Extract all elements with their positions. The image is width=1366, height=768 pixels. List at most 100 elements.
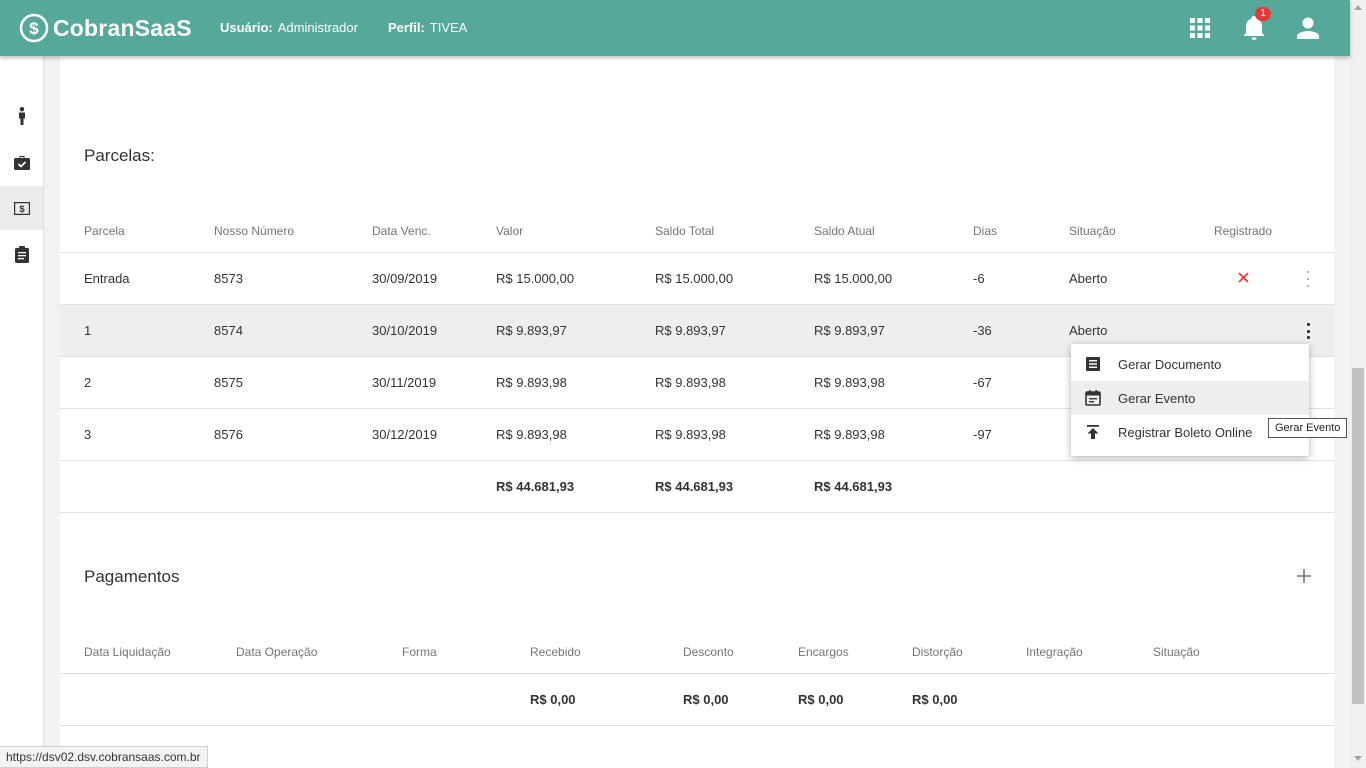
col-parcela[interactable]: Parcela <box>84 224 125 238</box>
pagamentos-title: Pagamentos <box>84 567 180 586</box>
briefcase-check-icon <box>13 155 30 170</box>
logo-icon: $ <box>19 13 49 43</box>
col-data-operacao[interactable]: Data Operação <box>236 645 317 659</box>
tooltip: Gerar Evento <box>1268 418 1348 438</box>
account-icon[interactable] <box>1296 16 1320 40</box>
top-app-bar: $ CobranSaaS Usuário: Administrador Perfi… <box>0 0 1350 56</box>
parcelas-title: Parcelas: <box>84 146 155 165</box>
person-icon <box>18 107 25 125</box>
cell-parcela: Entrada <box>84 271 130 286</box>
total-distorcao: R$ 0,00 <box>912 692 958 707</box>
cell-parcela: 3 <box>84 427 92 442</box>
total-saldo-total: R$ 44.681,93 <box>655 479 734 494</box>
pagamentos-totals-row: R$ 0,00 R$ 0,00 R$ 0,00 R$ 0,00 <box>60 674 1334 726</box>
col-forma[interactable]: Forma <box>402 645 437 659</box>
col-desconto[interactable]: Desconto <box>683 645 734 659</box>
col-situacao-pag[interactable]: Situação <box>1153 645 1200 659</box>
close-icon <box>1238 272 1249 283</box>
notification-badge: 1 <box>1255 7 1271 21</box>
apps-grid-icon[interactable] <box>1188 16 1212 40</box>
notifications-button[interactable]: 1 <box>1242 7 1271 40</box>
cell-saldo-total: R$ 9.893,97 <box>655 323 726 338</box>
row-menu-button[interactable] <box>1304 271 1312 287</box>
col-distorcao[interactable]: Distorção <box>912 645 963 659</box>
scrollbar-thumb[interactable] <box>1352 368 1364 704</box>
svg-text:$: $ <box>29 19 39 38</box>
table-row[interactable]: Entrada 8573 30/09/2019 R$ 15.000,00 R$ … <box>60 253 1334 305</box>
col-integracao[interactable]: Integração <box>1026 645 1083 659</box>
total-encargos: R$ 0,00 <box>798 692 844 707</box>
user-info-user: Usuário: Administrador <box>220 20 358 35</box>
cell-data-venc: 30/11/2019 <box>372 375 437 390</box>
cell-situacao: Aberto <box>1069 323 1108 338</box>
status-bar-url: https://dsv02.dsv.cobransaas.com.br <box>0 746 208 768</box>
upload-icon <box>1087 425 1099 439</box>
cell-valor: R$ 9.893,98 <box>496 375 567 390</box>
menu-item-gerar-evento[interactable]: Gerar Evento <box>1071 381 1309 415</box>
cell-saldo-atual: R$ 9.893,98 <box>814 427 885 442</box>
pagamentos-table-header: Data Liquidação Data Operação Forma Rece… <box>60 633 1334 674</box>
sidebar-item-clipboard[interactable] <box>0 232 43 276</box>
sidebar-item-money[interactable]: $ <box>0 186 43 230</box>
cell-data-venc: 30/10/2019 <box>372 323 438 338</box>
clipboard-icon <box>14 245 29 263</box>
cell-dias: -97 <box>973 427 992 442</box>
cell-saldo-atual: R$ 9.893,98 <box>814 375 885 390</box>
row-menu-button-active[interactable] <box>1304 323 1312 339</box>
cell-valor: R$ 9.893,97 <box>496 323 567 338</box>
cell-dias: -36 <box>973 323 992 338</box>
cell-saldo-atual: R$ 15.000,00 <box>814 271 893 286</box>
parcelas-totals-row: R$ 44.681,93 R$ 44.681,93 R$ 44.681,93 <box>60 461 1334 513</box>
sidebar-item-briefcase[interactable] <box>0 140 43 184</box>
cell-data-venc: 30/12/2019 <box>372 427 438 442</box>
cell-dias: -67 <box>973 375 992 390</box>
cell-valor: R$ 9.893,98 <box>496 427 567 442</box>
cell-dias: -6 <box>973 271 985 286</box>
col-saldo-atual[interactable]: Saldo Atual <box>814 224 875 238</box>
total-valor: R$ 44.681,93 <box>496 479 575 494</box>
col-registrado[interactable]: Registrado <box>1214 224 1272 238</box>
col-saldo-total[interactable]: Saldo Total <box>655 224 714 238</box>
cell-valor: R$ 15.000,00 <box>496 271 575 286</box>
cell-saldo-total: R$ 9.893,98 <box>655 427 726 442</box>
cell-nosso-numero: 8575 <box>214 375 243 390</box>
menu-item-gerar-documento[interactable]: Gerar Documento <box>1071 347 1309 381</box>
user-info: Usuário: Administrador Perfil: TIVEA <box>220 20 467 35</box>
total-recebido: R$ 0,00 <box>530 692 576 707</box>
user-label: Usuário: <box>220 20 273 35</box>
cell-parcela: 2 <box>84 375 92 390</box>
cell-saldo-atual: R$ 9.893,97 <box>814 323 885 338</box>
scroll-down-arrow[interactable] <box>1354 756 1362 761</box>
scroll-up-arrow[interactable] <box>1354 5 1362 10</box>
cell-nosso-numero: 8574 <box>214 323 243 338</box>
menu-label: Gerar Documento <box>1118 357 1222 372</box>
user-value: Administrador <box>277 20 358 35</box>
cell-parcela: 1 <box>84 323 92 338</box>
cell-situacao: Aberto <box>1069 271 1108 286</box>
col-nosso-numero[interactable]: Nosso Número <box>214 224 294 238</box>
sidebar-item-person[interactable] <box>0 94 43 138</box>
parcelas-table-header: Parcela Nosso Número Data Venc. Valor Sa… <box>60 212 1334 253</box>
col-valor[interactable]: Valor <box>496 224 523 238</box>
cell-data-venc: 30/09/2019 <box>372 271 438 286</box>
cell-saldo-total: R$ 15.000,00 <box>655 271 734 286</box>
event-icon <box>1085 390 1101 406</box>
app-logo[interactable]: $ CobranSaaS <box>19 12 192 44</box>
total-desconto: R$ 0,00 <box>683 692 729 707</box>
cell-saldo-total: R$ 9.893,98 <box>655 375 726 390</box>
money-icon: $ <box>13 201 30 215</box>
total-saldo-atual: R$ 44.681,93 <box>814 479 893 494</box>
col-recebido[interactable]: Recebido <box>530 645 581 659</box>
vertical-scrollbar[interactable] <box>1350 0 1366 768</box>
profile-label: Perfil: <box>387 20 425 35</box>
col-encargos[interactable]: Encargos <box>798 645 849 659</box>
user-info-profile: Perfil: TIVEA <box>388 20 467 35</box>
col-situacao[interactable]: Situação <box>1069 224 1116 238</box>
cell-nosso-numero: 8576 <box>214 427 243 442</box>
add-pagamento-button[interactable] <box>1297 569 1311 583</box>
col-data-liquidacao[interactable]: Data Liquidação <box>84 645 171 659</box>
col-dias[interactable]: Dias <box>973 224 997 238</box>
cell-nosso-numero: 8573 <box>214 271 243 286</box>
col-data-venc[interactable]: Data Venc. <box>372 224 431 238</box>
row-context-menu: Gerar Documento Gerar Evento Registrar B… <box>1071 344 1309 456</box>
